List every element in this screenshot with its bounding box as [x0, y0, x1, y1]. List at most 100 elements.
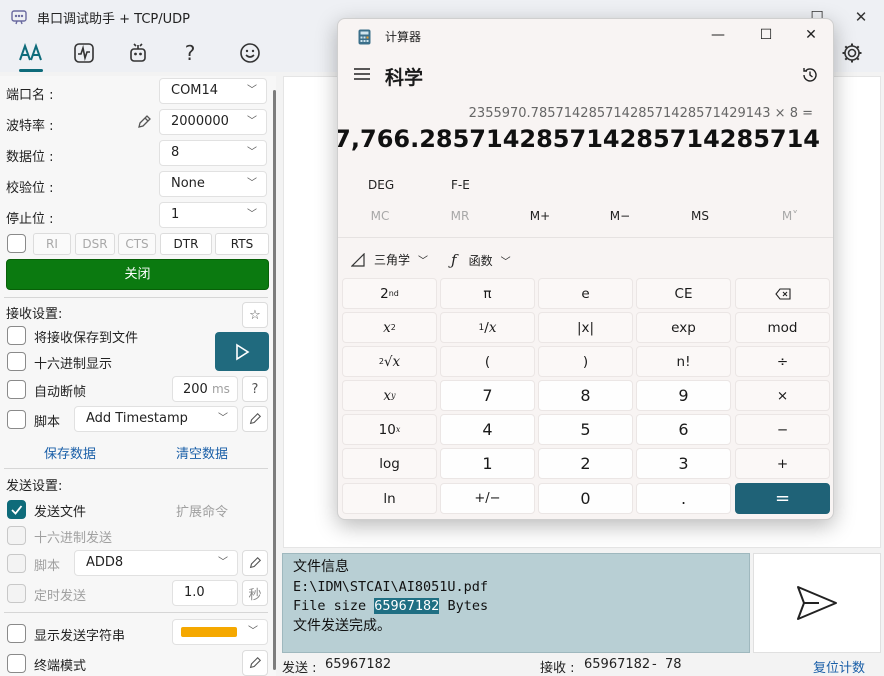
star-icon[interactable]: ☆ [242, 302, 268, 328]
second-key[interactable]: 2nd [342, 278, 437, 309]
timed-value-input[interactable]: 1.0 [172, 580, 238, 606]
timed-send-checkbox[interactable] [7, 584, 26, 603]
ten-power-key[interactable]: 10 x [342, 414, 437, 445]
five-key[interactable]: 5 [538, 414, 633, 445]
send-script-select[interactable]: ADD8 ﹀ [74, 550, 238, 576]
ln-key[interactable]: ln [342, 483, 437, 514]
equals-key[interactable]: = [735, 483, 830, 514]
text-mode-icon[interactable] [18, 40, 44, 66]
pi-key[interactable]: π [440, 278, 535, 309]
maximize-icon[interactable]: ☐ [756, 27, 776, 43]
e-key[interactable]: e [538, 278, 633, 309]
close-icon[interactable]: ✕ [801, 27, 821, 43]
close-icon[interactable]: ✕ [850, 6, 872, 28]
frame-ms-input[interactable]: 200 ms [172, 376, 238, 402]
multiply-key[interactable]: × [735, 380, 830, 411]
smiley-icon[interactable] [237, 40, 263, 66]
hex-send-checkbox[interactable] [7, 526, 26, 545]
ms-button[interactable]: MS [670, 209, 730, 223]
dtr-button[interactable]: DTR [160, 233, 212, 255]
abs-key[interactable]: |x| [538, 312, 633, 343]
decimal-key[interactable]: . [636, 483, 731, 514]
exp-key[interactable]: exp [636, 312, 731, 343]
cts-button[interactable]: CTS [118, 233, 156, 255]
sqrt-key[interactable]: 2 √ x [342, 346, 437, 377]
nine-key[interactable]: 9 [636, 380, 731, 411]
rts-button[interactable]: RTS [215, 233, 269, 255]
dsr-button[interactable]: DSR [75, 233, 115, 255]
receive-script-value: Add Timestamp [86, 411, 188, 426]
deg-button[interactable]: DEG [368, 178, 394, 192]
settings-gear-icon[interactable] [839, 40, 865, 66]
history-icon[interactable] [801, 66, 819, 84]
log-key[interactable]: log [342, 448, 437, 479]
baud-select[interactable]: 2000000 ﹀ [159, 109, 267, 135]
edit-script-icon[interactable] [242, 406, 268, 432]
fe-button[interactable]: F-E [451, 178, 470, 192]
zero-key[interactable]: 0 [538, 483, 633, 514]
waveform-icon[interactable] [71, 40, 97, 66]
hex-display-checkbox[interactable] [7, 352, 26, 371]
minimize-icon[interactable]: — [708, 27, 728, 43]
save-to-file-checkbox[interactable] [7, 326, 26, 345]
eight-key[interactable]: 8 [538, 380, 633, 411]
receive-script-select[interactable]: Add Timestamp ﹀ [74, 406, 238, 432]
trig-dropdown[interactable]: 三角学 ﹀ [351, 251, 428, 268]
open-paren-key[interactable]: ( [440, 346, 535, 377]
mr-button[interactable]: MR [430, 209, 490, 223]
backspace-key[interactable] [735, 278, 830, 309]
close-paren-key[interactable]: ) [538, 346, 633, 377]
seven-key[interactable]: 7 [440, 380, 535, 411]
stopbits-select[interactable]: 1 ﹀ [159, 202, 267, 228]
frame-help-button[interactable]: ? [242, 376, 268, 402]
left-scrollbar[interactable] [273, 90, 276, 670]
send-button[interactable] [753, 553, 881, 653]
close-port-button[interactable]: 关闭 [6, 259, 269, 290]
four-key[interactable]: 4 [440, 414, 535, 445]
power-key[interactable]: xy [342, 380, 437, 411]
mc-button[interactable]: MC [350, 209, 410, 223]
reciprocal-key[interactable]: 1/x [440, 312, 535, 343]
databits-select[interactable]: 8 ﹀ [159, 140, 267, 166]
minus-key[interactable]: − [735, 414, 830, 445]
clear-data-button[interactable]: 清空数据 [176, 443, 228, 462]
terminal-mode-checkbox[interactable] [7, 654, 26, 673]
ext-cmd-button[interactable]: 扩展命令 [176, 501, 228, 520]
receive-script-checkbox[interactable] [7, 410, 26, 429]
m-plus-button[interactable]: M+ [510, 209, 570, 223]
signal-checkbox[interactable] [7, 234, 26, 253]
auto-frame-checkbox[interactable] [7, 380, 26, 399]
m-minus-button[interactable]: M− [590, 209, 650, 223]
plus-key[interactable]: + [735, 448, 830, 479]
edit-send-script-icon[interactable] [242, 550, 268, 576]
square-key[interactable]: x2 [342, 312, 437, 343]
port-select[interactable]: COM14 ﹀ [159, 78, 267, 104]
function-dropdown[interactable]: ƒ 函数 ﹀ [451, 251, 511, 269]
one-key[interactable]: 1 [440, 448, 535, 479]
ce-key[interactable]: CE [636, 278, 731, 309]
color-select[interactable]: ﹀ [172, 619, 268, 645]
edit-pen-icon[interactable] [136, 114, 152, 130]
timed-unit: 秒 [242, 580, 268, 606]
divide-key[interactable]: ÷ [735, 346, 830, 377]
edit-terminal-icon[interactable] [242, 650, 268, 676]
reset-count-button[interactable]: 复位计数 [813, 657, 865, 676]
parity-select[interactable]: None ﹀ [159, 171, 267, 197]
show-send-string-checkbox[interactable] [7, 624, 26, 643]
three-key[interactable]: 3 [636, 448, 731, 479]
send-file-checkbox[interactable] [7, 500, 26, 519]
robot-icon[interactable] [125, 40, 151, 66]
send-text-box[interactable]: 文件信息 E:\IDM\STCAI\AI8051U.pdf File size … [282, 553, 750, 653]
ri-button[interactable]: RI [33, 233, 71, 255]
factorial-key[interactable]: n! [636, 346, 731, 377]
memory-list-button[interactable]: M˅ [760, 209, 820, 223]
six-key[interactable]: 6 [636, 414, 731, 445]
menu-icon[interactable] [354, 67, 370, 81]
save-data-button[interactable]: 保存数据 [44, 443, 96, 462]
help-icon[interactable]: ? [177, 40, 203, 66]
play-receive-button[interactable] [215, 332, 269, 371]
send-script-checkbox[interactable] [7, 554, 26, 573]
two-key[interactable]: 2 [538, 448, 633, 479]
negate-key[interactable]: +/− [440, 483, 535, 514]
mod-key[interactable]: mod [735, 312, 830, 343]
